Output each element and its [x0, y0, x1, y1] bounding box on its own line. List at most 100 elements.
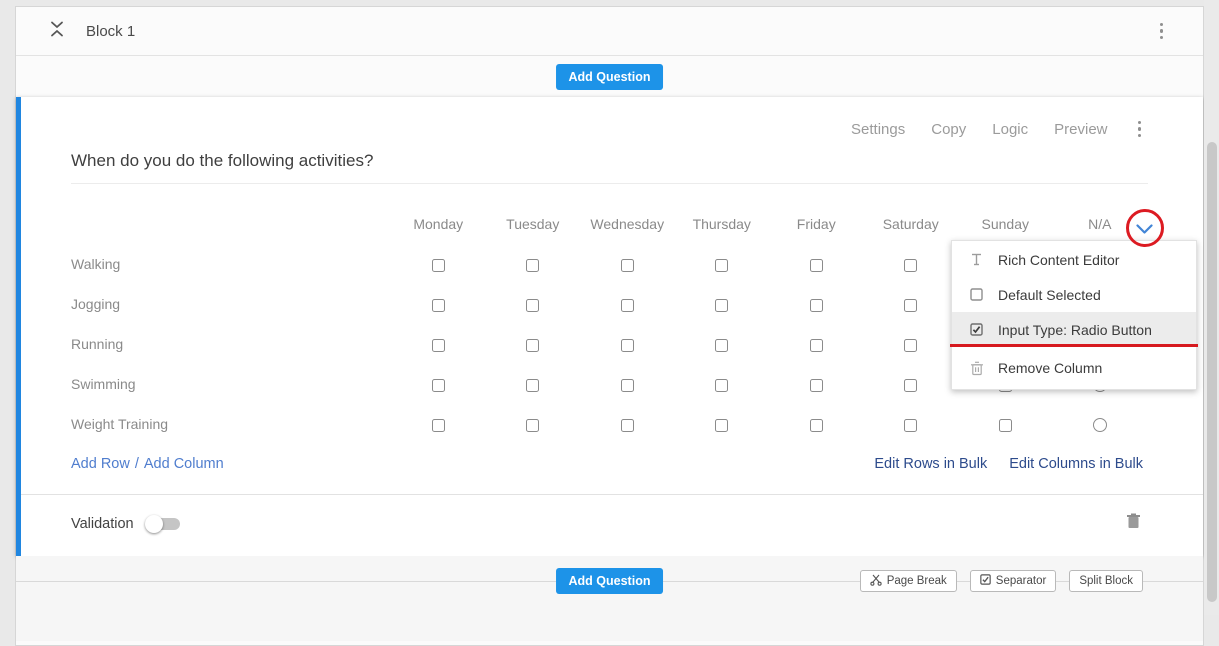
checkbox[interactable] — [621, 259, 634, 272]
row-label[interactable]: Swimming — [71, 376, 391, 392]
checkbox[interactable] — [432, 419, 445, 432]
matrix-cell — [580, 376, 675, 392]
matrix-cell — [769, 336, 864, 352]
checkbox-unchecked-icon — [969, 288, 984, 301]
menu-item-remove-column[interactable]: Remove Column — [952, 349, 1196, 387]
menu-item-rich-content-editor[interactable]: Rich Content Editor — [952, 242, 1196, 277]
toggle-knob — [145, 515, 163, 533]
annotation-red-circle — [1126, 209, 1164, 247]
split-block-button[interactable]: Split Block — [1069, 570, 1143, 592]
checkbox[interactable] — [715, 419, 728, 432]
row-label[interactable]: Jogging — [71, 296, 391, 312]
collapse-block-button[interactable] — [50, 21, 64, 42]
annotation-red-underline — [950, 344, 1198, 347]
checkbox[interactable] — [526, 379, 539, 392]
column-header[interactable]: Saturday — [864, 216, 959, 232]
checkbox[interactable] — [904, 419, 917, 432]
menu-item-label: Default Selected — [998, 287, 1101, 303]
checkbox[interactable] — [904, 299, 917, 312]
add-column-link[interactable]: Add Column — [144, 456, 224, 472]
rich-text-icon — [969, 253, 984, 266]
menu-item-input-type-radio-button[interactable]: Input Type: Radio Button — [952, 312, 1196, 347]
checkbox[interactable] — [621, 379, 634, 392]
checkbox[interactable] — [904, 379, 917, 392]
question-title-wrap: When do you do the following activities? — [71, 151, 1148, 184]
checkbox[interactable] — [432, 299, 445, 312]
column-header[interactable]: Sunday — [958, 216, 1053, 232]
checkbox[interactable] — [621, 299, 634, 312]
toolbar-link[interactable]: Settings — [851, 121, 905, 138]
matrix-cell — [958, 416, 1053, 432]
edit-rows-in-bulk-link[interactable]: Edit Rows in Bulk — [874, 456, 987, 472]
matrix-header-row: MondayTuesdayWednesdayThursdayFridaySatu… — [71, 204, 1143, 244]
kebab-menu-icon[interactable] — [1156, 19, 1168, 44]
matrix-cell — [864, 256, 959, 272]
matrix-cell — [580, 256, 675, 272]
separator-label: Separator — [996, 575, 1047, 587]
matrix-cell — [769, 296, 864, 312]
column-header[interactable]: Wednesday — [580, 216, 675, 232]
matrix-cell — [391, 336, 486, 352]
add-question-button-top[interactable]: Add Question — [556, 64, 664, 90]
add-row-link[interactable]: Add Row — [71, 456, 130, 472]
add-question-button-bottom[interactable]: Add Question — [556, 568, 664, 594]
checkbox[interactable] — [904, 339, 917, 352]
menu-item-default-selected[interactable]: Default Selected — [952, 277, 1196, 312]
page-break-button[interactable]: Page Break — [860, 570, 957, 592]
checkbox[interactable] — [810, 299, 823, 312]
separator-button[interactable]: Separator — [970, 570, 1057, 592]
matrix-cell — [864, 336, 959, 352]
checkbox[interactable] — [432, 379, 445, 392]
column-header[interactable]: Thursday — [675, 216, 770, 232]
checkbox[interactable] — [904, 259, 917, 272]
checkbox[interactable] — [810, 339, 823, 352]
matrix-cell — [580, 296, 675, 312]
validation-label: Validation — [71, 516, 134, 532]
checkbox[interactable] — [810, 379, 823, 392]
checkbox[interactable] — [715, 259, 728, 272]
matrix-cell — [769, 416, 864, 432]
row-label[interactable]: Walking — [71, 256, 391, 272]
radio-button[interactable] — [1093, 418, 1107, 432]
checkbox[interactable] — [526, 259, 539, 272]
checkbox[interactable] — [526, 339, 539, 352]
matrix-cell — [864, 296, 959, 312]
checkbox[interactable] — [432, 339, 445, 352]
menu-item-label: Rich Content Editor — [998, 252, 1119, 268]
column-header[interactable]: Friday — [769, 216, 864, 232]
checkbox[interactable] — [810, 419, 823, 432]
column-header[interactable]: Monday — [391, 216, 486, 232]
scrollbar-thumb[interactable] — [1207, 142, 1217, 602]
matrix-cell — [675, 296, 770, 312]
edit-columns-in-bulk-link[interactable]: Edit Columns in Bulk — [1009, 456, 1143, 472]
checkbox[interactable] — [999, 419, 1012, 432]
checkbox[interactable] — [621, 419, 634, 432]
checkbox[interactable] — [715, 339, 728, 352]
checkbox[interactable] — [526, 419, 539, 432]
checkbox[interactable] — [432, 259, 445, 272]
matrix-cell — [391, 296, 486, 312]
checkbox[interactable] — [621, 339, 634, 352]
matrix-cell — [864, 416, 959, 432]
question-title[interactable]: When do you do the following activities? — [71, 151, 1148, 171]
column-header[interactable]: Tuesday — [486, 216, 581, 232]
checkbox[interactable] — [526, 299, 539, 312]
toolbar-link[interactable]: Preview — [1054, 121, 1107, 138]
kebab-menu-icon[interactable] — [1134, 117, 1146, 142]
block-title[interactable]: Block 1 — [86, 23, 135, 40]
checkbox[interactable] — [810, 259, 823, 272]
delete-question-button[interactable] — [1126, 513, 1141, 534]
page-break-label: Page Break — [887, 575, 947, 587]
toolbar-link[interactable]: Logic — [992, 121, 1028, 138]
row-label[interactable]: Weight Training — [71, 416, 391, 432]
matrix-cell — [486, 336, 581, 352]
link-divider: / — [135, 456, 139, 472]
add-question-strip-top: Add Question — [16, 56, 1203, 97]
toolbar-link[interactable]: Copy — [931, 121, 966, 138]
question-toolbar: Settings Copy Logic Preview — [21, 97, 1203, 141]
checkbox[interactable] — [715, 379, 728, 392]
matrix-cell — [486, 416, 581, 432]
validation-toggle[interactable] — [146, 518, 180, 530]
checkbox[interactable] — [715, 299, 728, 312]
row-label[interactable]: Running — [71, 336, 391, 352]
